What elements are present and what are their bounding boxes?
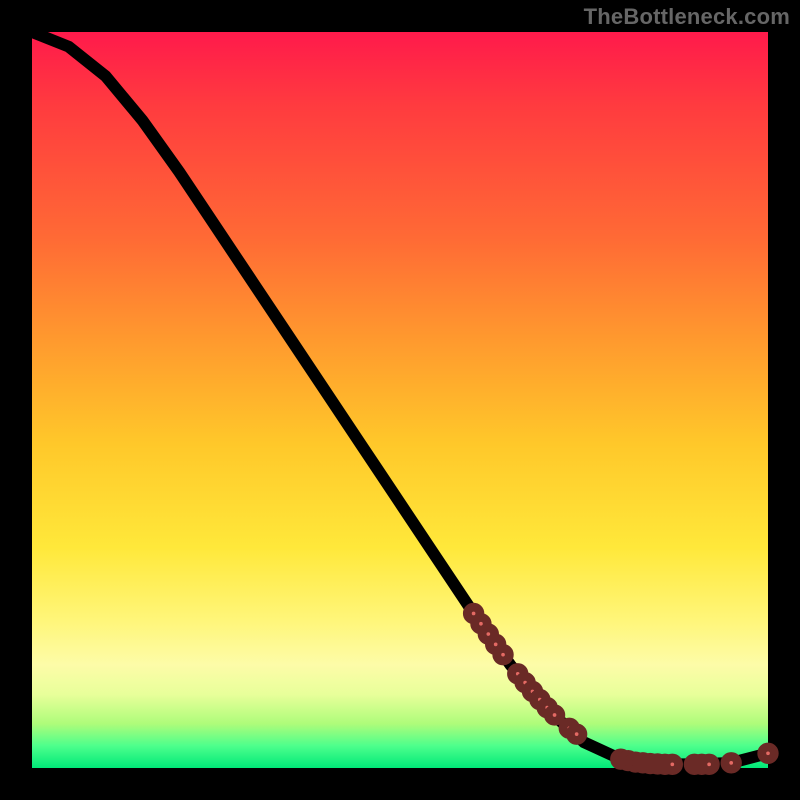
data-point <box>548 709 561 722</box>
data-point <box>497 648 510 661</box>
data-point <box>570 728 583 741</box>
plot-overlay <box>32 32 768 768</box>
chart-stage: TheBottleneck.com <box>0 0 800 800</box>
main-curve <box>32 32 768 764</box>
data-point <box>666 758 679 771</box>
data-point <box>762 747 775 760</box>
data-point <box>703 758 716 771</box>
data-point <box>725 757 738 770</box>
watermark-text: TheBottleneck.com <box>584 4 790 30</box>
marker-group <box>467 607 774 770</box>
